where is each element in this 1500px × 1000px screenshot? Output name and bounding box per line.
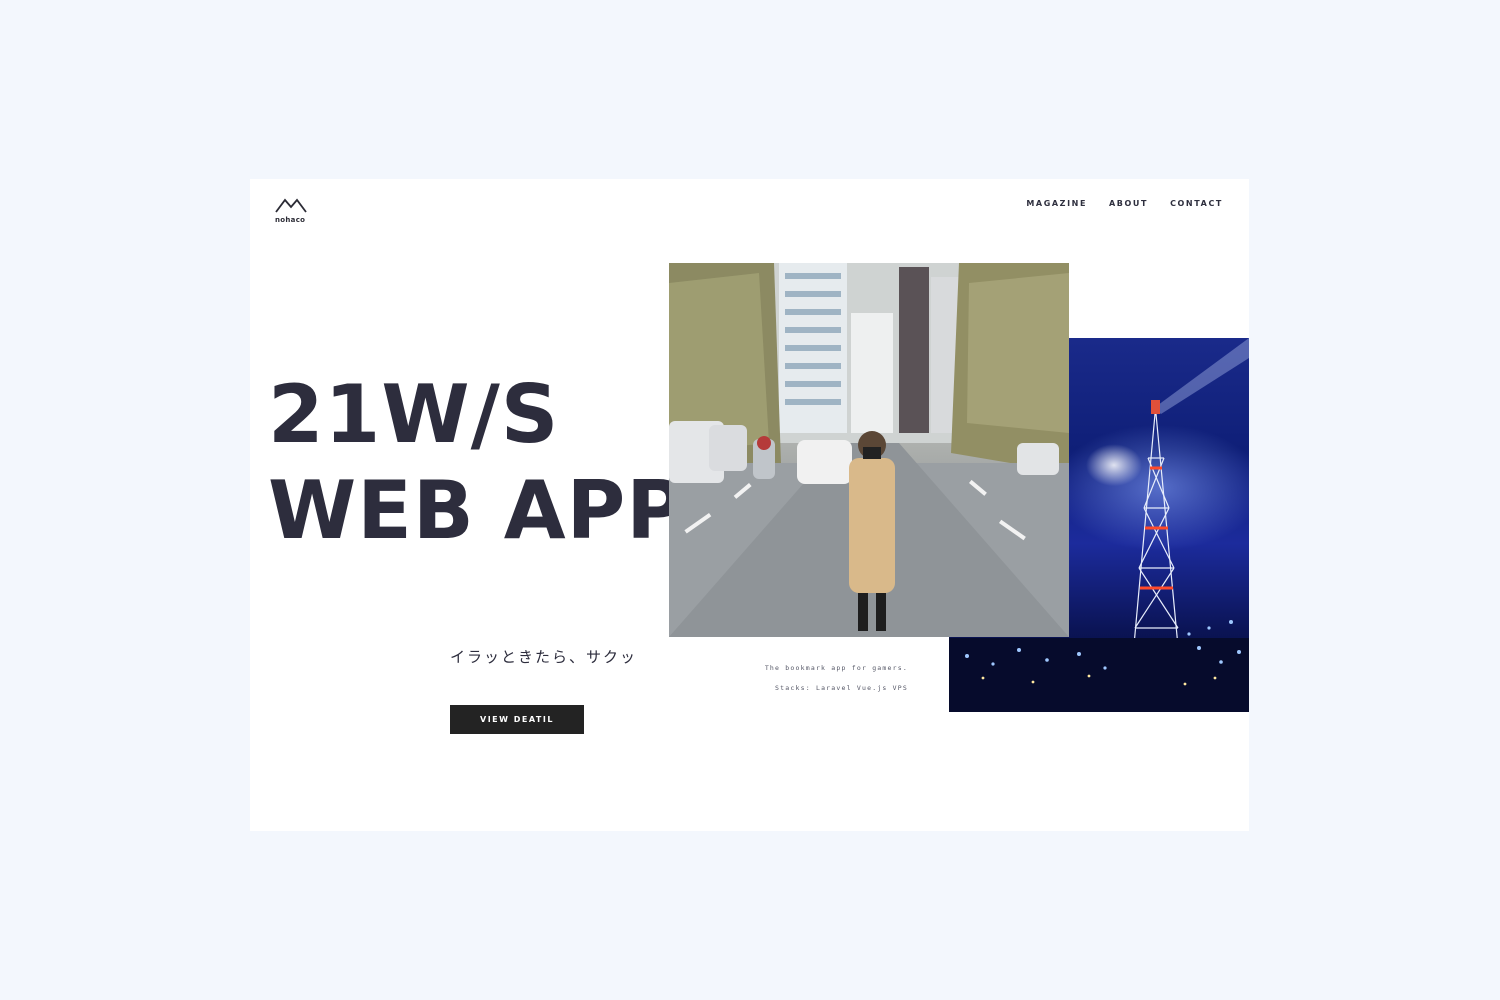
hero-title: 21W/S WEB APP (268, 367, 686, 559)
street-photographer-photo (669, 263, 1069, 637)
nav-item-contact[interactable]: CONTACT (1170, 199, 1223, 208)
mountain-logo-icon (275, 198, 307, 213)
hero-caption-stacks: Stacks: Laravel Vue.js VPS (775, 684, 908, 692)
hero-card: nohaco MAGAZINE ABOUT CONTACT 21W/S WEB … (250, 179, 1249, 831)
nav-item-magazine[interactable]: MAGAZINE (1026, 199, 1087, 208)
main-nav: MAGAZINE ABOUT CONTACT (1026, 199, 1223, 208)
nav-item-about[interactable]: ABOUT (1109, 199, 1148, 208)
hero-caption-description: The bookmark app for gamers. (764, 664, 908, 672)
brand-name: nohaco (275, 216, 306, 224)
view-detail-button[interactable]: VIEW DEATIL (450, 705, 584, 734)
brand-logo[interactable]: nohaco (274, 196, 310, 226)
hero-tagline: イラッときたら、サクッ (450, 648, 638, 666)
hero-title-line-1: 21W/S (268, 368, 560, 461)
hero-title-line-2: WEB APP (268, 464, 686, 557)
